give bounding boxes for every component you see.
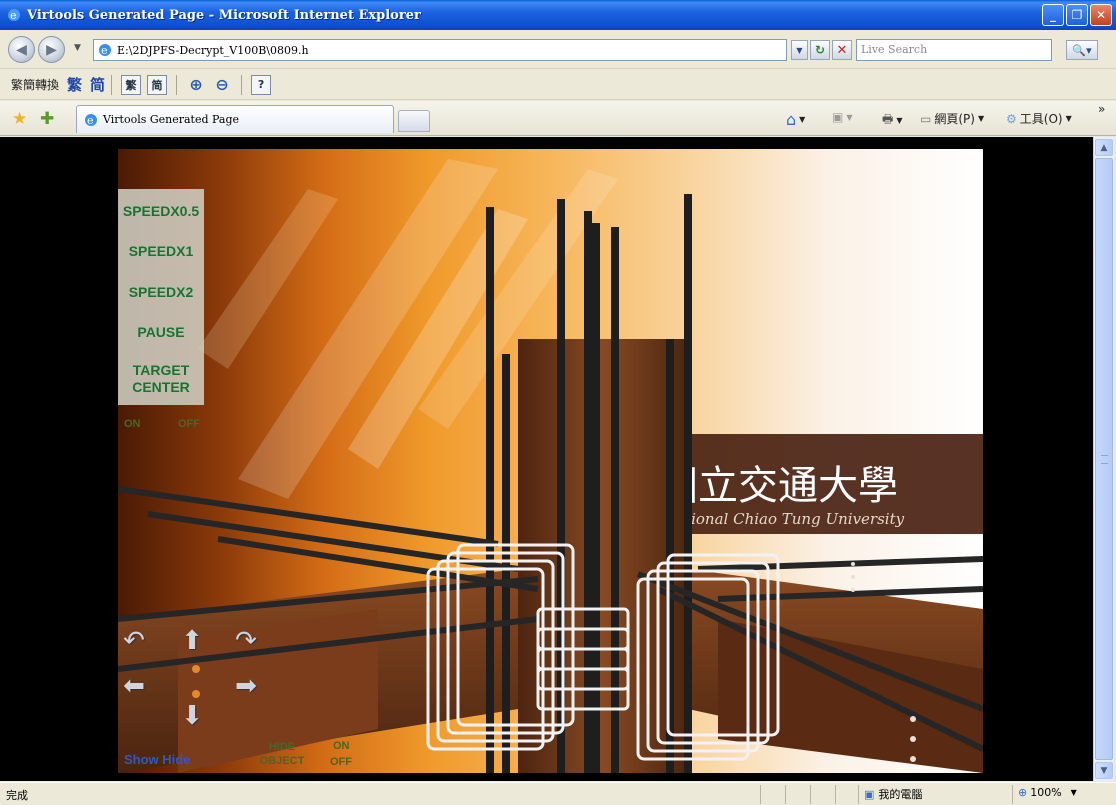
page-menu-label: 網頁(P) (934, 112, 975, 126)
show-hide-button[interactable]: Show Hide (124, 752, 190, 767)
traditional-button[interactable]: 繁 (67, 74, 82, 95)
rotate-left-icon[interactable]: ↶ (120, 627, 148, 655)
new-tab-button[interactable] (398, 110, 430, 132)
chevron-down-icon: ▼ (846, 112, 853, 122)
toggle-on-button[interactable]: ON (124, 418, 141, 430)
back-arrow-icon: ◀ (16, 41, 27, 58)
banner-text: 國立交通大學 (658, 463, 898, 509)
minimize-button[interactable]: _ (1042, 4, 1064, 26)
forward-arrow-icon: ▶ (46, 41, 57, 58)
zoom-label: 100% (1030, 786, 1062, 799)
zoom-in-icon[interactable]: ⊕ (186, 75, 206, 95)
home-button[interactable]: ⌂ ▼ (786, 110, 805, 129)
search-icon: 🔍▾ (1072, 43, 1092, 57)
maximize-button[interactable]: ❐ (1066, 4, 1088, 26)
window-title: Virtools Generated Page - Microsoft Inte… (27, 7, 421, 23)
toolbar-separator (176, 74, 178, 95)
chevron-down-icon: ▼ (799, 115, 806, 124)
page-menu[interactable]: ▭ 網頁(P) ▼ (920, 110, 984, 127)
tab-label: Virtools Generated Page (103, 113, 240, 126)
banner-subtext: National Chiao Tung University (662, 510, 905, 528)
hide-off-button[interactable]: OFF (330, 756, 352, 768)
tab-virtools[interactable]: e Virtools Generated Page (76, 105, 394, 133)
back-button[interactable]: ◀ (8, 36, 35, 63)
arrow-left-icon[interactable]: ⬅ (120, 672, 148, 700)
search-button[interactable]: 🔍▾ (1066, 40, 1098, 60)
page-icon: ▭ (920, 111, 932, 126)
history-dropdown[interactable]: ▼ (74, 43, 81, 53)
svg-text:e: e (87, 114, 94, 127)
arrow-up-icon[interactable]: ⬆ (178, 627, 206, 655)
simplified-doc-icon[interactable]: 简 (147, 74, 168, 95)
address-text: E:\2DJPFS-Decrypt_V100B\0809.h (117, 43, 309, 57)
tools-menu-label: 工具(O) (1019, 112, 1063, 126)
scroll-up-button[interactable]: ▲ (1095, 139, 1113, 156)
tools-menu[interactable]: ⚙ 工具(O) ▼ (1006, 110, 1072, 127)
computer-icon: ▣ (864, 787, 875, 801)
add-favorite-icon[interactable]: ✚ (40, 109, 54, 129)
pause-button[interactable]: PAUSE (118, 324, 204, 341)
ie-icon: e (8, 9, 20, 22)
traditional-doc-icon[interactable]: 繁 (121, 74, 142, 95)
zone-label: 我的電腦 (878, 788, 923, 801)
speed-2x-button[interactable]: SPEEDX2 (118, 284, 204, 301)
gear-icon: ⚙ (1006, 111, 1017, 126)
zoom-out-icon[interactable]: ⊖ (212, 75, 232, 95)
toggle-off-button[interactable]: OFF (178, 418, 200, 430)
search-input[interactable]: Live Search (856, 39, 1052, 61)
stop-button[interactable]: ✕ (832, 40, 852, 60)
chevron-down-icon: ▼ (977, 114, 985, 123)
address-dropdown[interactable]: ▼ (791, 40, 808, 60)
speed-half-button[interactable]: SPEEDX0.5 (118, 203, 204, 220)
zoom-control[interactable]: ⊕ 100% ▼ (1018, 786, 1077, 799)
favorites-star-icon[interactable]: ★ (12, 109, 27, 129)
address-bar: ◀ ▶ ▼ e E:\2DJPFS-Decrypt_V100B\0809.h ▼… (0, 30, 1116, 69)
simplified-button[interactable]: 简 (90, 74, 105, 95)
page-icon: e (85, 113, 97, 127)
status-bar: 完成 ▣ 我的電腦 ⊕ 100% ▼ (0, 782, 1116, 805)
security-zone[interactable]: ▣ 我的電腦 (864, 786, 922, 802)
address-input[interactable]: e E:\2DJPFS-Decrypt_V100B\0809.h (93, 39, 787, 61)
scroll-thumb[interactable] (1095, 158, 1113, 760)
arrow-right-icon[interactable]: ➡ (232, 672, 260, 700)
page-icon: e (99, 44, 111, 57)
speed-1x-button[interactable]: SPEEDX1 (118, 243, 204, 260)
convert-toolbar: 繁簡轉換 繁 简 繁 简 ⊕ ⊖ ? (0, 70, 1116, 100)
chevron-down-icon: ▼ (1065, 114, 1072, 123)
print-button[interactable]: 🖶 ▼ (882, 110, 902, 131)
stop-icon: ✕ (836, 42, 848, 58)
refresh-icon: ↻ (814, 43, 826, 57)
chevron-down-icon: ▼ (896, 116, 903, 125)
home-icon: ⌂ (786, 110, 797, 129)
zoom-icon: ⊕ (1018, 786, 1028, 799)
svg-text:e: e (101, 44, 108, 57)
toolbar-separator (241, 74, 243, 95)
refresh-button[interactable]: ↻ (810, 40, 830, 60)
feeds-button[interactable]: ▣ ▼ (832, 110, 853, 124)
more-commands-icon[interactable]: » (1098, 102, 1105, 116)
forward-button[interactable]: ▶ (38, 36, 65, 63)
arrow-down-icon[interactable]: ⬇ (178, 702, 206, 730)
print-icon: 🖶 (882, 112, 894, 126)
toolbar-separator (111, 74, 113, 95)
hide-object-label: HIDE OBJECT (259, 741, 305, 767)
target-center-button[interactable]: TARGET CENTER (118, 362, 204, 396)
convert-label: 繁簡轉換 (11, 78, 60, 92)
chevron-down-icon: ▼ (1070, 788, 1077, 797)
tab-bar: ★ ✚ e Virtools Generated Page ⌂ ▼ ▣ ▼ 🖶 ▼ ▭… (0, 101, 1116, 136)
svg-text:e: e (10, 9, 17, 22)
feed-icon: ▣ (832, 110, 844, 124)
help-icon[interactable]: ? (251, 74, 272, 95)
status-text: 完成 (6, 789, 28, 802)
title-bar: e Virtools Generated Page - Microsoft In… (0, 0, 1116, 30)
hide-on-button[interactable]: ON (333, 740, 350, 752)
vertical-scrollbar[interactable]: ▲ ▼ (1093, 137, 1114, 781)
scroll-down-button[interactable]: ▼ (1095, 762, 1113, 779)
close-button[interactable]: ✕ (1090, 4, 1112, 26)
rotate-right-icon[interactable]: ↷ (232, 627, 260, 655)
